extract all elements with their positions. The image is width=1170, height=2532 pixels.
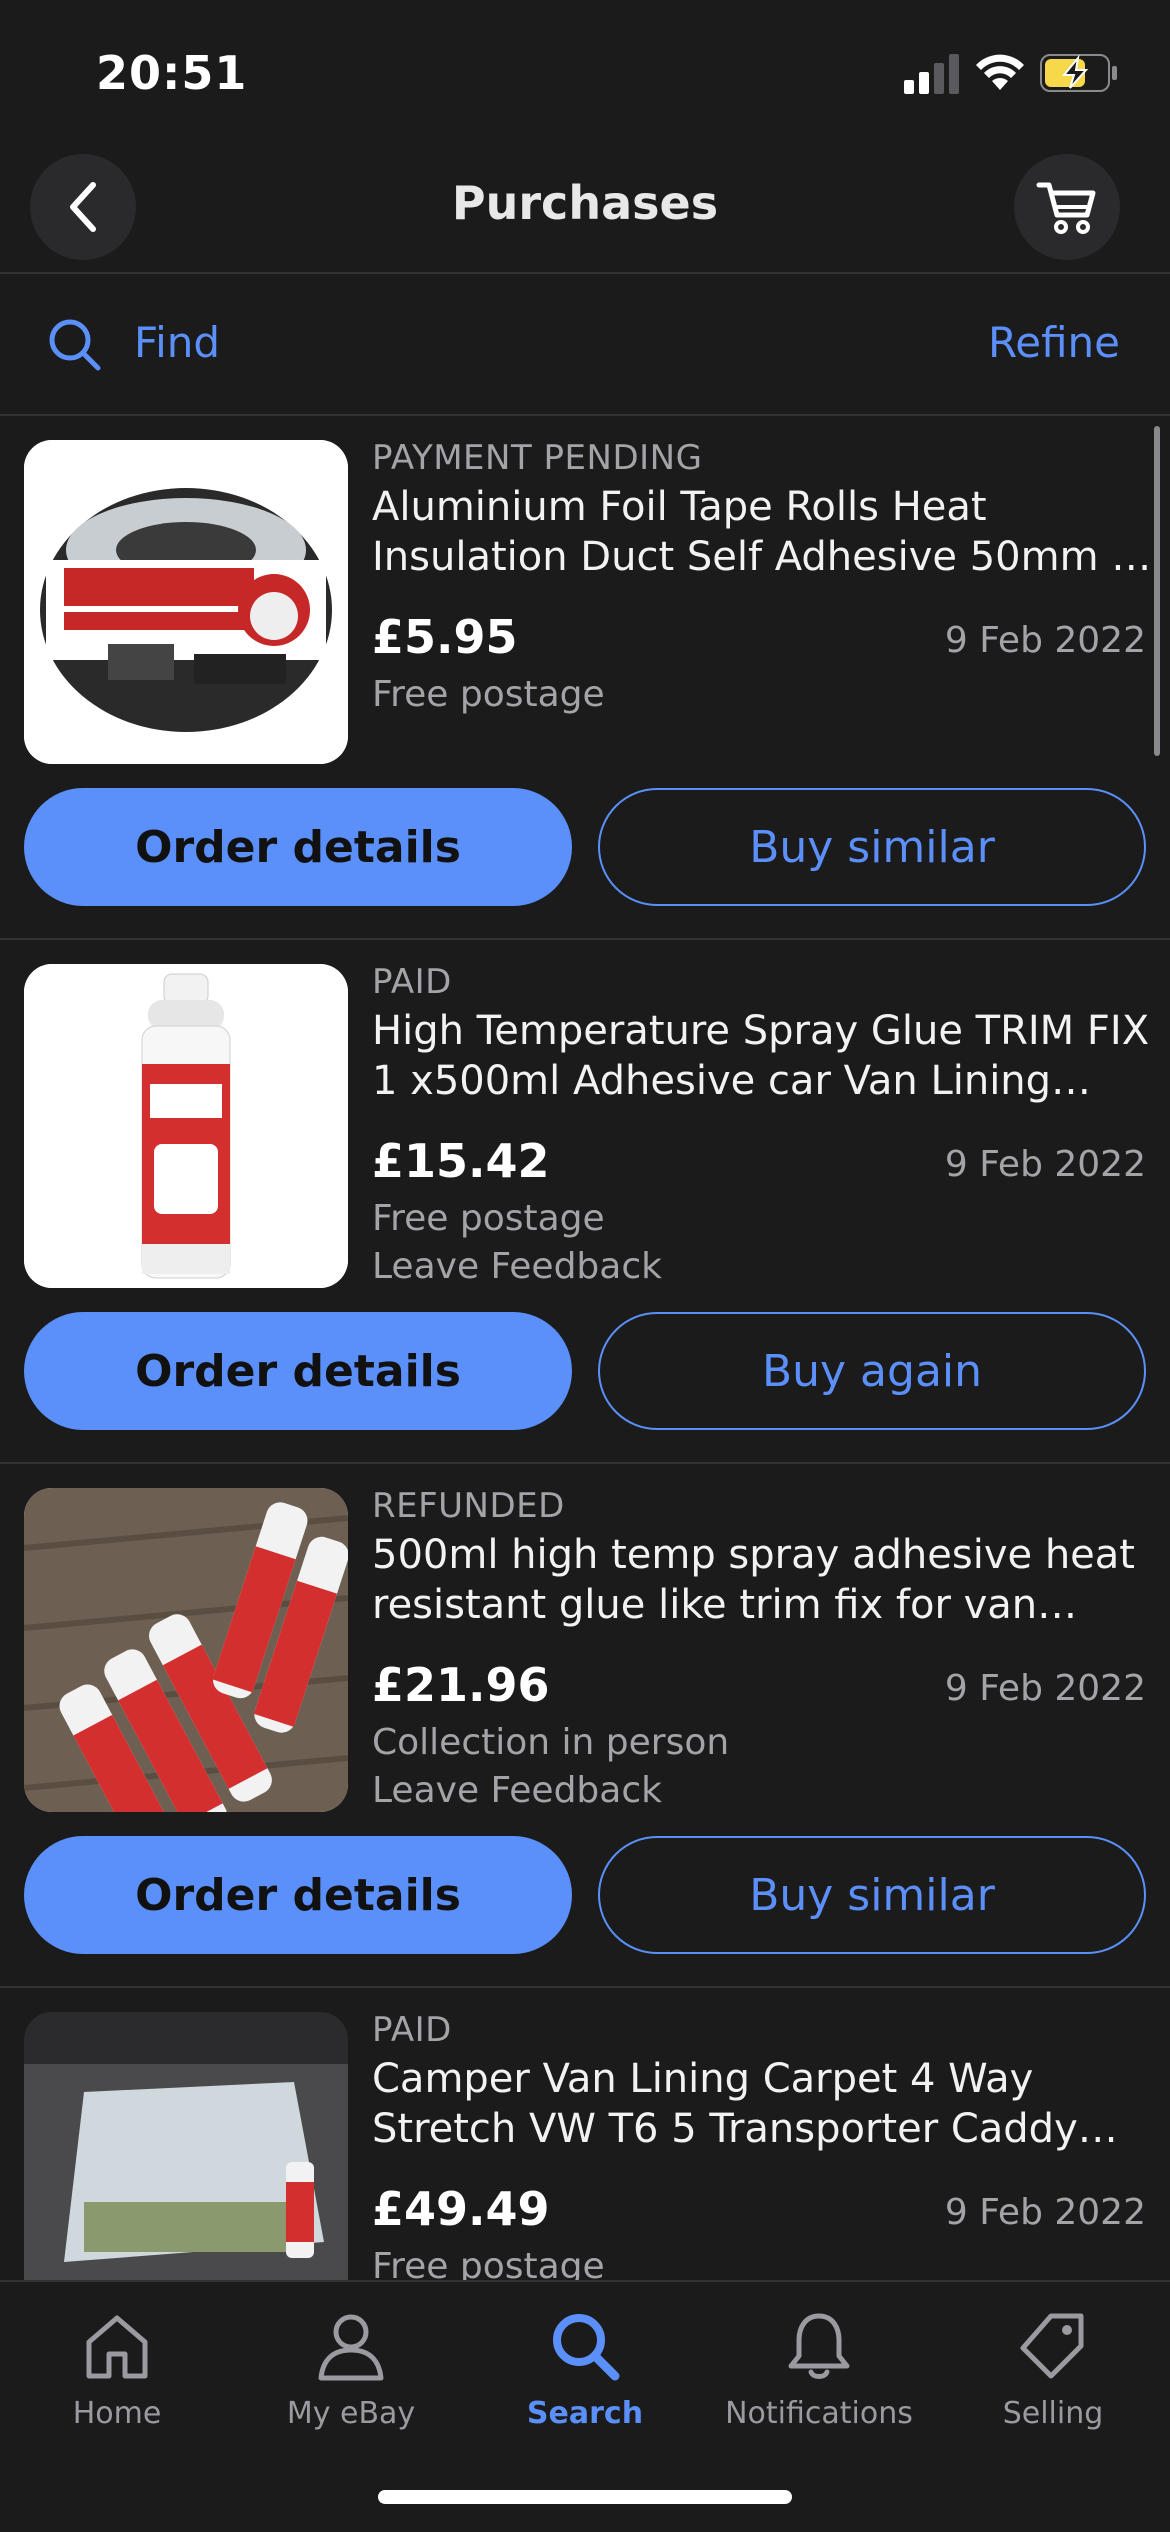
tab-label: Home [72, 2396, 162, 2431]
tab-label: Notifications [725, 2396, 913, 2431]
person-icon [318, 2314, 384, 2381]
scrollbar[interactable] [1154, 426, 1160, 756]
home-icon [86, 2315, 148, 2379]
wifi-icon [976, 54, 1024, 90]
leave-feedback-link[interactable]: Leave Feedback [372, 1246, 662, 1287]
order-item[interactable]: PAID Camper Van Lining Carpet 4 Way Stre… [0, 1988, 1170, 2280]
status-time: 20:51 [96, 46, 248, 100]
order-title[interactable]: Aluminium Foil Tape Rolls Heat Insulatio… [372, 482, 1152, 582]
order-status: REFUNDED [372, 1486, 565, 1526]
product-image[interactable] [24, 2012, 348, 2280]
order-details-button[interactable]: Order details [24, 788, 572, 906]
order-postage: Free postage [372, 1198, 605, 1239]
order-details-button[interactable]: Order details [24, 1836, 572, 1954]
tab-selling[interactable]: Selling [936, 2308, 1170, 2448]
header: Purchases [0, 150, 1170, 274]
foil-tape-image [24, 440, 348, 764]
search-icon[interactable] [46, 316, 102, 372]
home-indicator[interactable] [378, 2490, 792, 2504]
buy-similar-button[interactable]: Buy similar [598, 1836, 1146, 1954]
tab-label: Search [526, 2396, 644, 2431]
order-status: PAYMENT PENDING [372, 438, 703, 478]
order-details-button[interactable]: Order details [24, 1312, 572, 1430]
leave-feedback-link[interactable]: Leave Feedback [372, 1770, 662, 1811]
van-carpet-image [24, 2012, 348, 2280]
product-image[interactable] [24, 440, 348, 764]
buy-again-button[interactable]: Buy again [598, 1312, 1146, 1430]
cellular-signal-icon [904, 54, 959, 94]
tab-label: Selling [1002, 2396, 1104, 2431]
order-status: PAID [372, 2010, 452, 2050]
bell-icon [788, 2313, 850, 2379]
order-title[interactable]: High Temperature Spray Glue TRIM FIX 1 x… [372, 1006, 1152, 1106]
order-price: £49.49 [372, 2182, 550, 2236]
search-icon [553, 2314, 620, 2381]
order-title[interactable]: 500ml high temp spray adhesive heat resi… [372, 1530, 1152, 1630]
tab-notifications[interactable]: Notifications [702, 2308, 936, 2448]
tab-my-ebay[interactable]: My eBay [234, 2308, 468, 2448]
order-item[interactable]: PAID High Temperature Spray Glue TRIM FI… [0, 940, 1170, 1464]
order-postage: Collection in person [372, 1722, 730, 1763]
order-item[interactable]: REFUNDED 500ml high temp spray adhesive … [0, 1464, 1170, 1988]
order-status: PAID [372, 962, 452, 1002]
page-title: Purchases [451, 176, 719, 230]
tab-label: My eBay [286, 2396, 416, 2431]
product-image[interactable] [24, 964, 348, 1288]
order-price: £5.95 [372, 610, 518, 664]
order-item[interactable]: PAYMENT PENDING Aluminium Foil Tape Roll… [0, 416, 1170, 940]
order-price: £15.42 [372, 1134, 550, 1188]
product-image[interactable] [24, 1488, 348, 1812]
order-date: 9 Feb 2022 [944, 1144, 1146, 1185]
order-title[interactable]: Camper Van Lining Carpet 4 Way Stretch V… [372, 2054, 1152, 2154]
order-price: £21.96 [372, 1658, 550, 1712]
spray-cans-image [24, 1488, 348, 1812]
buy-similar-button[interactable]: Buy similar [598, 788, 1146, 906]
tag-icon [1020, 2313, 1084, 2379]
spray-glue-image [24, 964, 348, 1288]
battery-charging-icon [1040, 54, 1117, 92]
order-list[interactable]: PAYMENT PENDING Aluminium Foil Tape Roll… [0, 416, 1170, 2280]
tab-home[interactable]: Home [0, 2308, 234, 2448]
order-date: 9 Feb 2022 [944, 620, 1146, 661]
find-button[interactable]: Find [134, 318, 220, 367]
order-postage: Free postage [372, 674, 605, 715]
cart-button[interactable] [1014, 154, 1120, 260]
order-date: 9 Feb 2022 [944, 2192, 1146, 2233]
find-bar: Find Refine [0, 274, 1170, 416]
order-date: 9 Feb 2022 [944, 1668, 1146, 1709]
status-bar: 20:51 [0, 0, 1170, 140]
screen: 20:51 Purchases Find Refine PAYMENT PEND… [0, 0, 1170, 2532]
cart-icon [1036, 182, 1096, 234]
order-postage: Free postage [372, 2246, 605, 2280]
tab-search[interactable]: Search [468, 2308, 702, 2448]
refine-button[interactable]: Refine [988, 318, 1120, 367]
